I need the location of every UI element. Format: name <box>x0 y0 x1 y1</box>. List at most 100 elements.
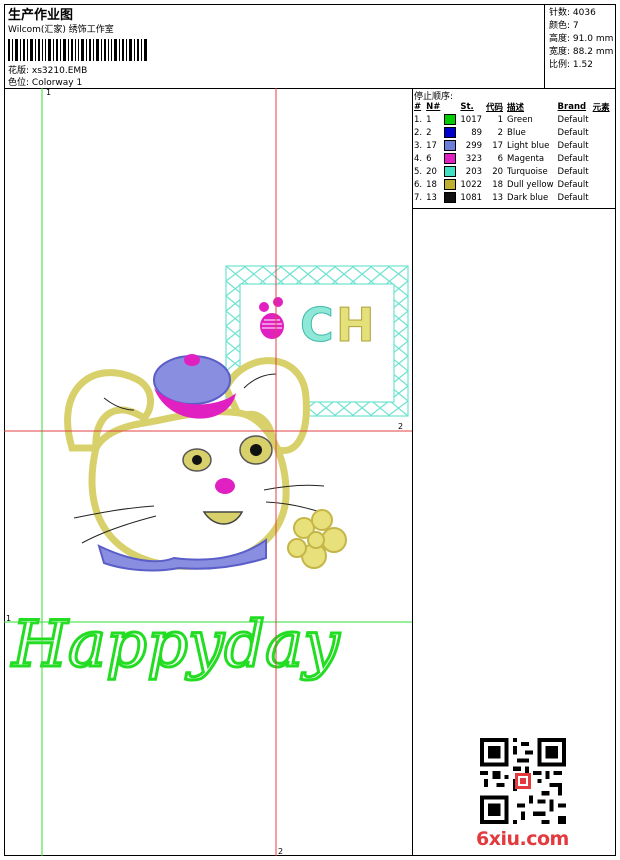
row-code: 6 <box>497 153 504 164</box>
happyday-text: Happyday <box>11 608 340 682</box>
row-needle: 20 <box>426 166 437 177</box>
row-swatch <box>442 126 458 139</box>
row-brand: Default <box>557 179 589 190</box>
row-index: 7. <box>414 192 423 203</box>
stat-scale: 比例: 1.52 <box>549 57 593 70</box>
row-element <box>591 113 612 126</box>
guide-label-v1: 1 <box>46 88 52 97</box>
row-index: 4. <box>414 153 423 164</box>
table-row: 2. 2 89 2 Blue Default <box>412 126 612 139</box>
row-stitches: 1081 <box>460 192 483 203</box>
row-brand: Default <box>557 127 589 138</box>
row-element <box>591 191 612 204</box>
letter-h: H <box>336 298 375 352</box>
row-element <box>591 126 612 139</box>
row-index: 2. <box>414 127 423 138</box>
row-swatch <box>442 165 458 178</box>
mouse-nose <box>215 478 235 494</box>
table-row: 4. 6 323 6 Magenta Default <box>412 152 612 165</box>
col-index: # <box>414 101 422 112</box>
stat-value: 91.0 mm <box>572 34 614 44</box>
stat-value: 7 <box>572 21 579 31</box>
row-code: 2 <box>497 127 504 138</box>
row-stitches: 203 <box>465 166 483 177</box>
subtitle: Wilcom(汇家) 绣饰工作室 <box>8 25 114 35</box>
mouse-face <box>88 408 290 570</box>
colorway: 色位: Colorway 1 <box>8 75 82 88</box>
guide-label-v2: 2 <box>278 847 284 856</box>
stat-label: 针数: <box>549 8 571 18</box>
table-row: 7. 13 1081 13 Dark blue Default <box>412 191 612 204</box>
row-stitches: 323 <box>465 153 483 164</box>
col-description: 描述 <box>507 102 525 113</box>
table-row: 3. 17 299 17 Light blue Default <box>412 139 612 152</box>
row-description: Turquoise <box>507 166 548 177</box>
row-needle: 1 <box>426 114 432 125</box>
row-description: Magenta <box>507 153 545 164</box>
row-index: 1. <box>414 114 423 125</box>
color-swatch <box>444 127 457 138</box>
row-needle: 13 <box>426 192 437 203</box>
table-row: 5. 20 203 20 Turquoise Default <box>412 165 612 178</box>
row-code: 18 <box>492 179 504 190</box>
col-swatch <box>442 100 458 113</box>
col-needle: N# <box>426 101 441 112</box>
stat-value: 1.52 <box>572 60 593 70</box>
header-left: 生产作业图 Wilcom(汇家) 绣饰工作室 花版: xs3210.EMB 色位… <box>4 4 542 88</box>
row-index: 6. <box>414 179 423 190</box>
color-swatch <box>444 179 457 190</box>
stat-label: 比例: <box>549 60 571 70</box>
row-description: Green <box>507 114 533 125</box>
page-title: 生产作业图 <box>8 8 74 23</box>
stop-sequence-table: # N# St. 代码 描述 Brand 元素 1. 1 1017 1 Green Def… <box>412 100 612 204</box>
letter-c: C <box>300 298 334 352</box>
row-needle: 18 <box>426 179 437 190</box>
color-swatch <box>444 192 457 203</box>
row-brand: Default <box>557 114 589 125</box>
row-stitches: 299 <box>465 140 483 151</box>
table-row: 6. 18 1022 18 Dull yellow Default <box>412 178 612 191</box>
color-swatch <box>444 140 457 151</box>
row-swatch <box>442 113 458 126</box>
qr-code <box>480 738 566 824</box>
colorway-value: Colorway 1 <box>31 78 83 88</box>
row-needle: 6 <box>426 153 432 164</box>
stat-stitches: 针数: 4036 <box>549 5 596 18</box>
stat-label: 宽度: <box>549 47 571 57</box>
stat-value: 88.2 mm <box>572 47 614 57</box>
row-brand: Default <box>557 192 589 203</box>
row-code: 17 <box>492 140 504 151</box>
color-swatch <box>444 153 457 164</box>
watermark: 6xiu.com <box>476 828 569 850</box>
row-description: Dull yellow <box>507 179 554 190</box>
col-element: 元素 <box>592 102 610 113</box>
row-brand: Default <box>557 153 589 164</box>
stat-colors: 颜色: 7 <box>549 18 579 31</box>
flower-icon <box>287 509 347 569</box>
mouse-hat <box>153 354 236 419</box>
row-element <box>591 139 612 152</box>
row-needle: 17 <box>426 140 437 151</box>
table-header-row: # N# St. 代码 描述 Brand 元素 <box>412 100 612 113</box>
stat-value: 4036 <box>572 8 596 18</box>
stat-label: 高度: <box>549 34 571 44</box>
row-code: 13 <box>492 192 504 203</box>
stat-label: 颜色: <box>549 21 571 31</box>
row-needle: 2 <box>426 127 432 138</box>
row-brand: Default <box>557 166 589 177</box>
row-description: Light blue <box>507 140 550 151</box>
col-code: 代码 <box>486 102 504 113</box>
color-swatch <box>444 114 457 125</box>
table-row: 1. 1 1017 1 Green Default <box>412 113 612 126</box>
row-code: 1 <box>497 114 504 125</box>
barcode <box>8 39 147 61</box>
header: 生产作业图 Wilcom(汇家) 绣饰工作室 花版: xs3210.EMB 色位… <box>4 4 616 89</box>
stat-width: 宽度: 88.2 mm <box>549 44 613 57</box>
row-code: 20 <box>492 166 504 177</box>
row-stitches: 1022 <box>460 179 483 190</box>
row-brand: Default <box>557 140 589 151</box>
design-canvas: C H Happyday 1 1 2 2 <box>4 88 413 856</box>
col-stitches: St. <box>460 101 474 112</box>
row-swatch <box>442 152 458 165</box>
stat-height: 高度: 91.0 mm <box>549 31 613 44</box>
